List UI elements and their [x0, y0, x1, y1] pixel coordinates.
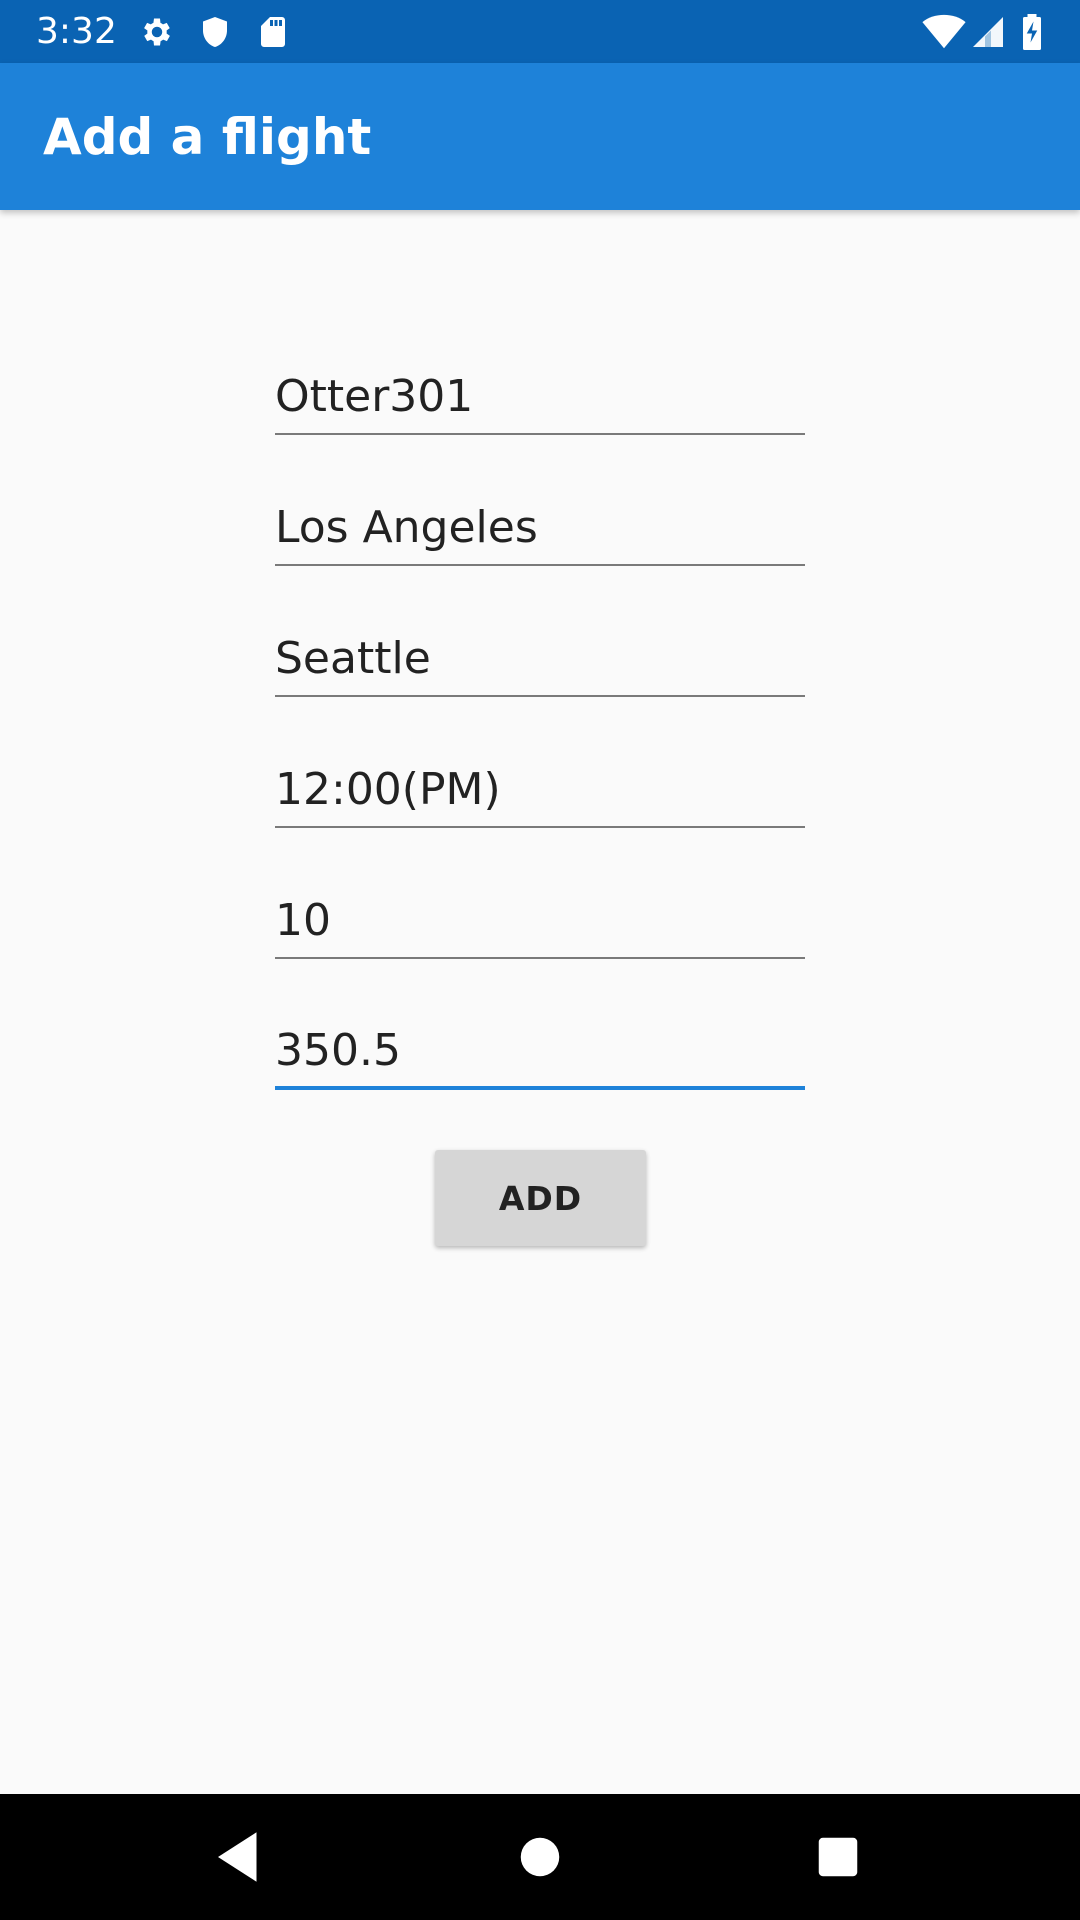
capacity-field[interactable] [275, 884, 805, 959]
arrival-city-field[interactable] [275, 622, 805, 697]
wifi-icon [922, 14, 966, 49]
departure-city-field[interactable] [275, 491, 805, 566]
shield-icon [203, 17, 227, 47]
flight-form [275, 360, 805, 1146]
field-container [275, 753, 805, 884]
field-container [275, 884, 805, 1015]
price-field[interactable] [275, 1015, 805, 1090]
page-title: Add a flight [43, 108, 372, 166]
sd-card-icon [261, 17, 285, 47]
add-button[interactable]: ADD [435, 1150, 646, 1246]
field-container [275, 491, 805, 622]
signal-icon [973, 17, 1003, 47]
recents-icon[interactable] [805, 1824, 871, 1890]
status-time: 3:32 [36, 11, 117, 52]
field-container [275, 360, 805, 491]
battery-charging-icon [1023, 14, 1041, 50]
navigation-bar [0, 1794, 1080, 1920]
home-icon[interactable] [507, 1824, 573, 1890]
status-bar: 3:32 [0, 0, 1080, 63]
app-bar: Add a flight [0, 63, 1080, 210]
field-container [275, 622, 805, 753]
gear-icon [144, 18, 170, 46]
field-container [275, 1015, 805, 1146]
back-icon[interactable] [207, 1824, 273, 1890]
flight-number-field[interactable] [275, 360, 805, 435]
departure-time-field[interactable] [275, 753, 805, 828]
